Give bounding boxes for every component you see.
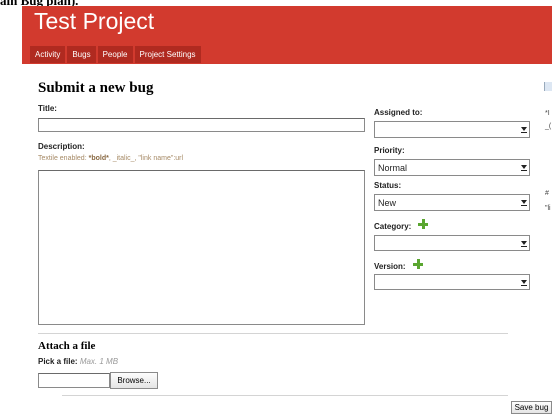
chevron-down-icon xyxy=(521,127,527,131)
max-size-note: Max. 1 MB xyxy=(79,357,119,366)
file-path-field[interactable] xyxy=(38,373,110,388)
project-header: Test Project Activity Bugs People Projec… xyxy=(22,6,552,64)
dropdown-underline-icon xyxy=(521,246,527,247)
sidebar-fragment: "li xyxy=(545,205,551,212)
dropdown-underline-icon xyxy=(521,170,527,171)
status-label: Status: xyxy=(374,181,402,190)
browse-button[interactable]: Browse... xyxy=(110,372,158,389)
title-input[interactable] xyxy=(38,118,365,132)
status-select[interactable]: New xyxy=(374,194,530,211)
description-label: Description: xyxy=(38,142,85,151)
textile-hint-bold: *bold* xyxy=(88,155,109,162)
category-select[interactable] xyxy=(374,235,530,251)
priority-label: Priority: xyxy=(374,146,405,155)
tab-bugs[interactable]: Bugs xyxy=(67,46,96,63)
attach-heading: Attach a file xyxy=(38,340,96,352)
sidebar-panel-edge xyxy=(544,82,552,91)
category-label: Category: xyxy=(374,222,412,231)
textile-hint: Textile enabled: *bold*, _italic_, "link… xyxy=(38,155,183,162)
project-title[interactable]: Test Project xyxy=(34,8,154,35)
status-value: New xyxy=(378,198,397,208)
tab-project-settings[interactable]: Project Settings xyxy=(134,46,201,63)
description-textarea[interactable] xyxy=(38,170,365,325)
sidebar-fragment: _( xyxy=(545,123,552,130)
page-title: Submit a new bug xyxy=(38,80,154,96)
sidebar-fragment: *I xyxy=(545,110,550,117)
add-category-icon[interactable] xyxy=(418,219,428,229)
tab-activity[interactable]: Activity xyxy=(30,46,66,63)
chevron-down-icon xyxy=(521,241,527,245)
assigned-to-select[interactable] xyxy=(374,121,530,138)
chevron-down-icon xyxy=(521,165,527,169)
assigned-to-label: Assigned to: xyxy=(374,108,423,117)
sidebar-fragment: # xyxy=(545,190,549,197)
dropdown-underline-icon xyxy=(521,205,527,206)
version-label: Version: xyxy=(374,262,406,271)
save-bug-button[interactable]: Save bug xyxy=(511,401,552,414)
textile-hint-prefix: Textile enabled: xyxy=(38,155,89,162)
version-select[interactable] xyxy=(374,274,530,290)
textile-hint-rest: , _italic_, "link name":url xyxy=(108,155,184,162)
save-divider xyxy=(62,395,508,396)
title-label: Title: xyxy=(38,104,57,113)
priority-value: Normal xyxy=(378,163,408,173)
add-version-icon[interactable] xyxy=(413,259,423,269)
attach-divider xyxy=(38,333,508,334)
chevron-down-icon xyxy=(521,200,527,204)
dropdown-underline-icon xyxy=(521,285,527,286)
pick-file-label: Pick a file: xyxy=(38,357,78,366)
project-nav: Activity Bugs People Project Settings xyxy=(30,46,203,63)
tab-people[interactable]: People xyxy=(97,46,133,63)
dropdown-underline-icon xyxy=(521,132,527,133)
chevron-down-icon xyxy=(521,280,527,284)
priority-select[interactable]: Normal xyxy=(374,159,530,176)
pick-file-row: Pick a file: Max. 1 MB xyxy=(38,357,118,366)
